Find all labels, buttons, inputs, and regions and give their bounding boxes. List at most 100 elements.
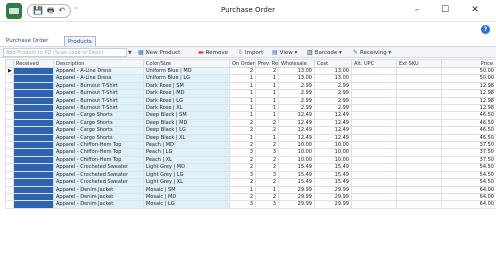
description-cell[interactable]: Apparel - Denim Jacket xyxy=(53,185,144,194)
ext-sku-cell[interactable] xyxy=(396,89,442,98)
table-row[interactable]: Apparel - Denim Jacket Mosaic | MD 2 2 29.99… xyxy=(5,192,496,202)
price-cell[interactable]: 46.50 xyxy=(441,111,496,120)
prev-rec-cell[interactable]: 1 xyxy=(255,89,279,98)
ext-sku-cell[interactable] xyxy=(396,170,442,180)
cost-cell[interactable]: 10.00 xyxy=(314,148,352,157)
import-button[interactable]: ⇩ Import xyxy=(238,48,263,57)
table-row[interactable]: Apparel - Cargo Shorts Deep Black | MD 2 2 1… xyxy=(5,118,496,128)
on-order-cell[interactable]: 2 xyxy=(229,126,256,135)
price-cell[interactable]: 46.50 xyxy=(441,118,496,128)
prev-rec-cell[interactable]: 1 xyxy=(255,96,279,106)
alt-upc-cell[interactable] xyxy=(351,133,397,143)
description-cell[interactable]: Apparel - A-Line Dress xyxy=(53,74,144,83)
color-size-cell[interactable]: Light Grey | MD xyxy=(143,163,230,172)
description-cell[interactable]: Apparel - Burnout T-Shirt xyxy=(53,104,144,113)
color-size-cell[interactable]: Mosaic | MD xyxy=(143,192,230,202)
on-order-cell[interactable]: 2 xyxy=(229,66,256,76)
wholesale-cell[interactable]: 2.99 xyxy=(278,81,315,91)
wholesale-cell[interactable]: 12.49 xyxy=(278,126,315,135)
ext-sku-cell[interactable] xyxy=(396,200,442,209)
received-cell[interactable] xyxy=(13,66,54,76)
color-size-cell[interactable]: Peach | LG xyxy=(143,148,230,157)
alt-upc-cell[interactable] xyxy=(351,178,397,187)
received-cell[interactable] xyxy=(13,81,54,91)
on-order-cell[interactable]: 3 xyxy=(229,148,256,157)
price-cell[interactable]: 64.00 xyxy=(441,200,496,209)
wholesale-cell[interactable]: 12.49 xyxy=(278,133,315,143)
price-cell[interactable]: 12.98 xyxy=(441,104,496,113)
cost-cell[interactable]: 2.99 xyxy=(314,81,352,91)
received-cell[interactable] xyxy=(13,133,54,143)
on-order-cell[interactable]: 3 xyxy=(229,170,256,180)
received-cell[interactable] xyxy=(13,185,54,194)
table-row[interactable]: Apparel - Cargo Shorts Deep Black | LG 2 2 1… xyxy=(5,126,496,135)
wholesale-cell[interactable]: 13.00 xyxy=(278,66,315,76)
table-row[interactable]: Apparel - Burnout T-Shirt Dark Rose | LG 1… xyxy=(5,96,496,106)
on-order-cell[interactable]: 1 xyxy=(229,185,256,194)
wholesale-cell[interactable]: 12.49 xyxy=(278,111,315,120)
table-row[interactable]: Apparel - Crocheted Sweater Light Grey | … xyxy=(5,170,496,180)
description-cell[interactable]: Apparel - Crocheted Sweater xyxy=(53,163,144,172)
close-button[interactable]: ✕ xyxy=(464,3,486,17)
price-cell[interactable]: 37.50 xyxy=(441,155,496,165)
receiving-button[interactable]: ✎ Receiving ▾ xyxy=(353,48,391,57)
price-cell[interactable]: 64.00 xyxy=(441,185,496,194)
cost-cell[interactable]: 10.00 xyxy=(314,155,352,165)
barcode-button[interactable]: ▥ Barcode ▾ xyxy=(307,48,342,57)
alt-upc-cell[interactable] xyxy=(351,185,397,194)
on-order-cell[interactable]: 1 xyxy=(229,111,256,120)
wholesale-cell[interactable]: 29.99 xyxy=(278,185,315,194)
col-alt-upc[interactable]: Alt. UPC xyxy=(351,59,397,68)
description-cell[interactable]: Apparel - Denim Jacket xyxy=(53,192,144,202)
prev-rec-cell[interactable]: 3 xyxy=(255,148,279,157)
alt-upc-cell[interactable] xyxy=(351,192,397,202)
description-cell[interactable]: Apparel - Cargo Shorts xyxy=(53,126,144,135)
wholesale-cell[interactable]: 13.00 xyxy=(278,74,315,83)
row-indicator[interactable] xyxy=(5,170,14,180)
table-row[interactable]: Apparel - Chiffon-Hem Top Peach | MD 2 2 10.… xyxy=(5,141,496,150)
color-size-cell[interactable]: Mosaic | SM xyxy=(143,185,230,194)
ext-sku-cell[interactable] xyxy=(396,104,442,113)
alt-upc-cell[interactable] xyxy=(351,104,397,113)
ext-sku-cell[interactable] xyxy=(396,185,442,194)
description-cell[interactable]: Apparel - Crocheted Sweater xyxy=(53,178,144,187)
prev-rec-cell[interactable]: 2 xyxy=(255,155,279,165)
description-cell[interactable]: Apparel - Crocheted Sweater xyxy=(53,170,144,180)
ext-sku-cell[interactable] xyxy=(396,118,442,128)
ext-sku-cell[interactable] xyxy=(396,141,442,150)
received-cell[interactable] xyxy=(13,141,54,150)
row-indicator[interactable] xyxy=(5,200,14,209)
price-cell[interactable]: 12.98 xyxy=(441,96,496,106)
price-cell[interactable]: 46.50 xyxy=(441,133,496,143)
cost-cell[interactable]: 13.00 xyxy=(314,66,352,76)
add-product-input[interactable]: Add Product to PO (Scan code or Desc) xyxy=(3,48,127,57)
color-size-cell[interactable]: Light Grey | LG xyxy=(143,170,230,180)
minimize-button[interactable]: – xyxy=(406,3,428,17)
on-order-cell[interactable]: 2 xyxy=(229,178,256,187)
color-size-cell[interactable]: Mosaic | LG xyxy=(143,200,230,209)
alt-upc-cell[interactable] xyxy=(351,155,397,165)
col-wholesale[interactable]: Wholesale xyxy=(278,59,315,68)
color-size-cell[interactable]: Deep Black | XL xyxy=(143,133,230,143)
row-indicator[interactable] xyxy=(5,163,14,172)
description-cell[interactable]: Apparel - Denim Jacket xyxy=(53,200,144,209)
alt-upc-cell[interactable] xyxy=(351,74,397,83)
on-order-cell[interactable]: 1 xyxy=(229,96,256,106)
cost-cell[interactable]: 12.49 xyxy=(314,133,352,143)
table-row[interactable]: Apparel - Cargo Shorts Deep Black | XL 1 1 1… xyxy=(5,133,496,143)
prev-rec-cell[interactable]: 2 xyxy=(255,141,279,150)
maximize-button[interactable]: ☐ xyxy=(434,3,456,17)
row-indicator[interactable] xyxy=(5,192,14,202)
prev-rec-cell[interactable]: 2 xyxy=(255,192,279,202)
color-size-cell[interactable]: Dark Rose | XL xyxy=(143,104,230,113)
col-description[interactable]: Description xyxy=(53,59,144,68)
cost-cell[interactable]: 15.49 xyxy=(314,163,352,172)
ext-sku-cell[interactable] xyxy=(396,148,442,157)
prev-rec-cell[interactable]: 1 xyxy=(255,81,279,91)
cost-cell[interactable]: 10.00 xyxy=(314,141,352,150)
row-indicator[interactable] xyxy=(5,185,14,194)
description-cell[interactable]: Apparel - Chiffon-Hem Top xyxy=(53,141,144,150)
col-received[interactable]: Received xyxy=(13,59,54,68)
price-cell[interactable]: 12.98 xyxy=(441,81,496,91)
alt-upc-cell[interactable] xyxy=(351,200,397,209)
